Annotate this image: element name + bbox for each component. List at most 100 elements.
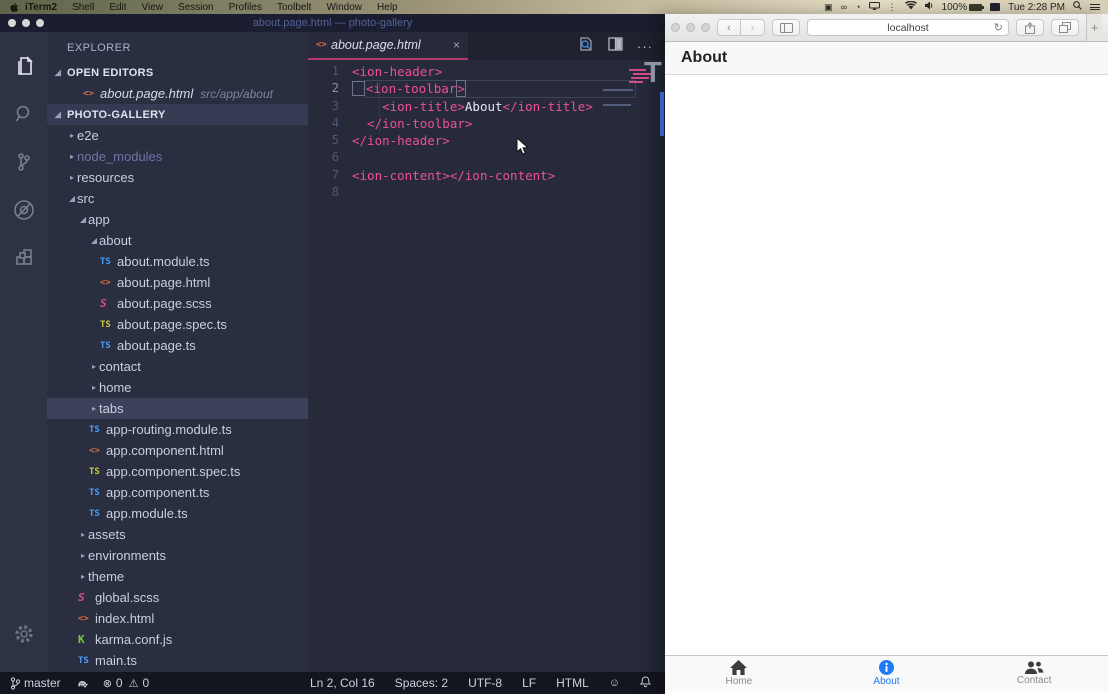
search-icon[interactable] [0,90,47,138]
notification-center-icon[interactable] [1090,3,1100,12]
apple-menu-icon[interactable] [10,2,19,13]
code-line-8[interactable]: 8 [308,184,665,201]
menu-item-help[interactable]: Help [377,2,398,13]
menu-item-shell[interactable]: Shell [72,2,94,13]
keyboard-brightness-icon[interactable]: ⋮ [888,2,897,12]
screen-record-icon[interactable]: ▣ [824,2,833,12]
tree-file-app.component.html[interactable]: <>app.component.html [47,440,308,461]
code-line-6[interactable]: 6 [308,149,665,166]
tree-folder-resources[interactable]: ▸resources [47,167,308,188]
zoom-window-button[interactable] [701,23,710,32]
wifi-icon[interactable] [905,1,917,13]
more-actions-icon[interactable]: ··· [637,39,653,54]
feedback-smiley-icon[interactable]: ☺ [609,677,620,689]
tab-overview-icon[interactable] [1051,19,1079,36]
address-bar[interactable]: localhost ↻ [807,19,1009,36]
tree-file-karma.conf.js[interactable]: Kkarma.conf.js [47,629,308,650]
minimize-window-button[interactable] [22,19,30,27]
tree-file-about.module.ts[interactable]: TSabout.module.ts [47,251,308,272]
tab-about[interactable]: About [836,660,936,687]
close-window-button[interactable] [671,23,680,32]
back-button[interactable]: ‹ [717,19,741,36]
tree-folder-src[interactable]: ◢src [47,188,308,209]
notifications-bell-icon[interactable] [640,676,651,691]
contacts-icon [1024,661,1044,674]
eol-indicator[interactable]: LF [522,676,536,690]
tree-file-index.html[interactable]: <>index.html [47,608,308,629]
settings-gear-icon[interactable] [0,610,47,658]
menu-item-window[interactable]: Window [326,2,362,13]
clock-app-icon[interactable]: ◔ [855,2,860,12]
tree-folder-theme[interactable]: ▸theme [47,566,308,587]
encoding-indicator[interactable]: UTF-8 [468,676,502,690]
share-icon[interactable] [1016,19,1044,36]
menu-item-iterm2[interactable]: iTerm2 [25,2,57,13]
tree-file-main.ts[interactable]: TSmain.ts [47,650,308,671]
airplay-icon[interactable] [869,2,880,13]
tree-folder-about[interactable]: ◢about [47,230,308,251]
reload-icon[interactable]: ↻ [994,21,1003,34]
code-editor[interactable]: 1<ion-header>2<ion-toolbar>3 <ion-title>… [308,60,665,672]
tree-folder-e2e[interactable]: ▸e2e [47,125,308,146]
source-control-icon[interactable] [0,138,47,186]
menu-item-profiles[interactable]: Profiles [229,2,262,13]
tab-home[interactable]: Home [689,660,789,687]
warnings-indicator[interactable]: ⚠ 0 [129,676,150,690]
tree-file-app.component.spec.ts[interactable]: TSapp.component.spec.ts [47,461,308,482]
battery-indicator[interactable]: 100% [942,2,983,13]
tree-file-about.page.ts[interactable]: TSabout.page.ts [47,335,308,356]
menu-bar-clock[interactable]: Tue 2:28 PM [1008,2,1065,13]
tree-item-label: main.ts [95,653,137,668]
tree-file-app.component.ts[interactable]: TSapp.component.ts [47,482,308,503]
tree-item-label: about.page.scss [117,296,212,311]
close-window-button[interactable] [8,19,16,27]
tree-file-about.page.spec.ts[interactable]: TSabout.page.spec.ts [47,314,308,335]
tree-file-app.module.ts[interactable]: TSapp.module.ts [47,503,308,524]
tab-about-page-html[interactable]: <> about.page.html × [308,32,468,60]
git-branch-indicator[interactable]: master [10,676,61,690]
tab-contact[interactable]: Contact [984,661,1084,686]
tree-folder-assets[interactable]: ▸assets [47,524,308,545]
tree-folder-home[interactable]: ▸home [47,377,308,398]
menu-item-edit[interactable]: Edit [109,2,126,13]
line-number: 8 [308,184,352,201]
forward-button[interactable]: › [741,19,765,36]
glasses-icon[interactable]: ∞ [841,2,847,12]
tree-folder-contact[interactable]: ▸contact [47,356,308,377]
vscode-title-bar[interactable]: about.page.html — photo-gallery [0,14,665,32]
tree-file-global.scss[interactable]: Sglobal.scss [47,587,308,608]
tree-file-app-routing.module.ts[interactable]: TSapp-routing.module.ts [47,419,308,440]
project-section-header[interactable]: ◢ PHOTO-GALLERY [47,104,308,125]
menu-item-toolbelt[interactable]: Toolbelt [277,2,311,13]
cursor-position-indicator[interactable]: Ln 2, Col 16 [310,676,375,690]
safari-toolbar[interactable]: ‹ › localhost ↻ + [665,14,1108,42]
tree-file-about.page.html[interactable]: <>about.page.html [47,272,308,293]
open-changes-icon[interactable] [578,36,594,57]
sync-indicator[interactable] [75,677,89,689]
tree-folder-node_modules[interactable]: ▸node_modules [47,146,308,167]
sidebar-toggle-icon[interactable] [772,19,800,36]
errors-indicator[interactable]: ⊗ 0 [103,676,123,690]
menu-item-session[interactable]: Session [178,2,214,13]
minimize-window-button[interactable] [686,23,695,32]
spotlight-icon[interactable] [1073,1,1082,13]
tree-folder-tabs[interactable]: ▸tabs [47,398,308,419]
volume-icon[interactable] [925,1,934,13]
extensions-icon[interactable] [0,234,47,282]
input-source-flag-icon[interactable] [990,3,1000,11]
tree-file-about.page.scss[interactable]: Sabout.page.scss [47,293,308,314]
debug-icon[interactable] [0,186,47,234]
code-line-7[interactable]: 7<ion-content></ion-content> [308,167,665,184]
open-editors-section-header[interactable]: ◢ OPEN EDITORS [47,62,308,83]
explorer-icon[interactable] [0,42,47,90]
tree-folder-environments[interactable]: ▸environments [47,545,308,566]
tab-close-icon[interactable]: × [453,38,460,52]
indentation-indicator[interactable]: Spaces: 2 [395,676,448,690]
language-mode-indicator[interactable]: HTML [556,676,589,690]
menu-item-view[interactable]: View [142,2,164,13]
zoom-window-button[interactable] [36,19,44,27]
split-editor-icon[interactable] [608,37,623,56]
tree-folder-app[interactable]: ◢app [47,209,308,230]
open-editor-item[interactable]: <> about.page.html src/app/about [47,83,308,104]
new-tab-button[interactable]: + [1086,14,1102,41]
